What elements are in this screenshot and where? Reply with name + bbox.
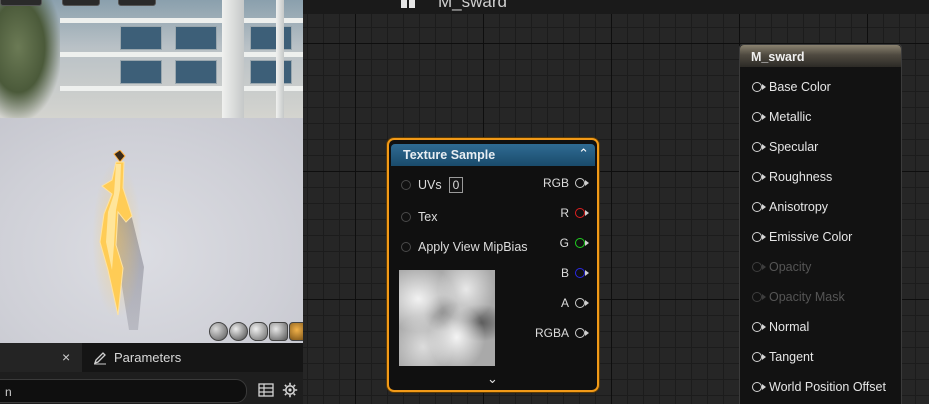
graph-title[interactable]: M_sward xyxy=(438,0,507,12)
preview-shape-controls xyxy=(209,322,303,342)
pin-icon[interactable] xyxy=(752,322,766,332)
input-pin-metallic[interactable]: Metallic xyxy=(752,109,811,125)
panel-tab-bar: × Parameters xyxy=(0,343,303,372)
pin-label: RGBA xyxy=(534,326,569,340)
pin-icon[interactable] xyxy=(401,242,411,252)
pin-label: Tangent xyxy=(769,350,814,364)
viewport-top-button[interactable] xyxy=(62,0,100,6)
pin-label: Base Color xyxy=(769,80,831,94)
pin-label: UVs xyxy=(418,178,442,192)
pin-icon[interactable] xyxy=(575,208,589,218)
graph-icon xyxy=(401,0,407,8)
node-title: M_sward xyxy=(751,50,805,64)
pin-icon[interactable] xyxy=(401,180,411,190)
input-pin-tex[interactable]: Tex xyxy=(401,209,437,225)
output-pin-g[interactable]: G xyxy=(559,235,589,251)
chevron-up-icon[interactable]: ⌃ xyxy=(578,146,589,162)
pin-label: R xyxy=(560,206,569,220)
input-pin-world-position-offset[interactable]: World Position Offset xyxy=(752,379,886,395)
pin-icon[interactable] xyxy=(575,238,589,248)
graph-breadcrumb-bar: M_sward xyxy=(303,0,929,14)
pin-icon[interactable] xyxy=(752,352,766,362)
material-preview-viewport[interactable] xyxy=(0,0,303,343)
pin-label: Tex xyxy=(418,210,438,224)
pin-icon[interactable] xyxy=(575,178,589,188)
close-tab-icon[interactable]: × xyxy=(62,349,70,365)
input-pin-base-color[interactable]: Base Color xyxy=(752,79,831,95)
preview-floor xyxy=(0,118,303,343)
pencil-icon xyxy=(93,351,106,364)
pin-icon xyxy=(752,292,766,302)
pin-label: Metallic xyxy=(769,110,812,124)
pin-icon[interactable] xyxy=(752,232,766,242)
pin-label: Apply View MipBias xyxy=(418,240,528,254)
pin-label: G xyxy=(559,236,569,250)
node-header[interactable]: Texture Sample ⌃ xyxy=(391,144,595,166)
pin-label: World Position Offset xyxy=(769,380,886,394)
gear-icon[interactable] xyxy=(282,382,298,398)
input-pin-emissive-color[interactable]: Emissive Color xyxy=(752,229,852,245)
pin-label: Specular xyxy=(769,140,819,154)
output-pin-rgb[interactable]: RGB xyxy=(542,175,589,191)
viewport-top-button[interactable] xyxy=(118,0,156,6)
details-panel: × Parameters xyxy=(0,343,303,404)
pin-icon[interactable] xyxy=(752,112,766,122)
output-pin-r[interactable]: R xyxy=(560,205,589,221)
pin-label: Emissive Color xyxy=(769,230,853,244)
texture-sample-node[interactable]: Texture Sample ⌃ UVs 0 Tex Apply View Mi… xyxy=(387,138,599,392)
plane-preview-icon[interactable] xyxy=(249,322,268,341)
pin-label: RGB xyxy=(542,176,569,190)
output-pin-a[interactable]: A xyxy=(560,295,589,311)
input-pin-anisotropy[interactable]: Anisotropy xyxy=(752,199,828,215)
cylinder-preview-icon[interactable] xyxy=(209,322,228,341)
pin-icon[interactable] xyxy=(752,202,766,212)
material-graph-canvas[interactable]: M_sward Texture Sample ⌃ UVs 0 Tex Apply… xyxy=(303,0,929,404)
pin-icon[interactable] xyxy=(575,268,589,278)
graph-icon xyxy=(409,0,415,8)
pin-icon[interactable] xyxy=(752,382,766,392)
sword-mesh xyxy=(99,150,133,316)
input-pin-apply-view-mipbias[interactable]: Apply View MipBias xyxy=(401,239,528,255)
input-pin-roughness[interactable]: Roughness xyxy=(752,169,832,185)
pin-label: Anisotropy xyxy=(769,200,829,214)
pin-label: Normal xyxy=(769,320,810,334)
pin-icon[interactable] xyxy=(575,328,589,338)
search-box[interactable] xyxy=(0,379,247,403)
pin-label: A xyxy=(560,296,569,310)
pin-icon[interactable] xyxy=(575,298,589,308)
input-pin-normal[interactable]: Normal xyxy=(752,319,809,335)
node-header[interactable]: M_sward xyxy=(740,45,901,67)
pin-icon xyxy=(752,262,766,272)
pin-icon[interactable] xyxy=(752,82,766,92)
input-pin-specular[interactable]: Specular xyxy=(752,139,818,155)
input-pin-opacity-mask: Opacity Mask xyxy=(752,289,845,305)
material-result-node[interactable]: M_sward Base Color Metallic Specular Rou… xyxy=(739,44,902,404)
pin-icon[interactable] xyxy=(752,172,766,182)
pin-label: Roughness xyxy=(769,170,833,184)
pin-label: Opacity xyxy=(769,260,812,274)
texture-preview-thumbnail xyxy=(399,270,495,366)
table-view-icon[interactable] xyxy=(258,383,274,397)
tab-parameters-label: Parameters xyxy=(114,350,182,365)
environment-background xyxy=(0,0,303,118)
output-pin-rgba[interactable]: RGBA xyxy=(534,325,589,341)
chevron-down-icon[interactable]: ⌄ xyxy=(487,371,498,387)
pin-icon[interactable] xyxy=(401,212,411,222)
input-pin-tangent[interactable]: Tangent xyxy=(752,349,813,365)
node-title: Texture Sample xyxy=(403,148,496,162)
tab-parameters[interactable]: Parameters xyxy=(85,343,181,372)
input-pin-uvs[interactable]: UVs 0 xyxy=(401,177,464,193)
viewport-top-button[interactable] xyxy=(0,0,42,6)
output-pin-b[interactable]: B xyxy=(560,265,589,281)
uvs-value-field[interactable]: 0 xyxy=(448,177,464,193)
search-input[interactable] xyxy=(3,383,237,401)
sphere-preview-icon[interactable] xyxy=(229,322,248,341)
pin-label: Opacity Mask xyxy=(769,290,845,304)
custom-mesh-preview-icon[interactable] xyxy=(289,322,303,341)
tab-details[interactable]: × xyxy=(0,343,82,372)
pin-icon[interactable] xyxy=(752,142,766,152)
pin-label: B xyxy=(560,266,569,280)
input-pin-opacity: Opacity xyxy=(752,259,811,275)
cube-preview-icon[interactable] xyxy=(269,322,288,341)
